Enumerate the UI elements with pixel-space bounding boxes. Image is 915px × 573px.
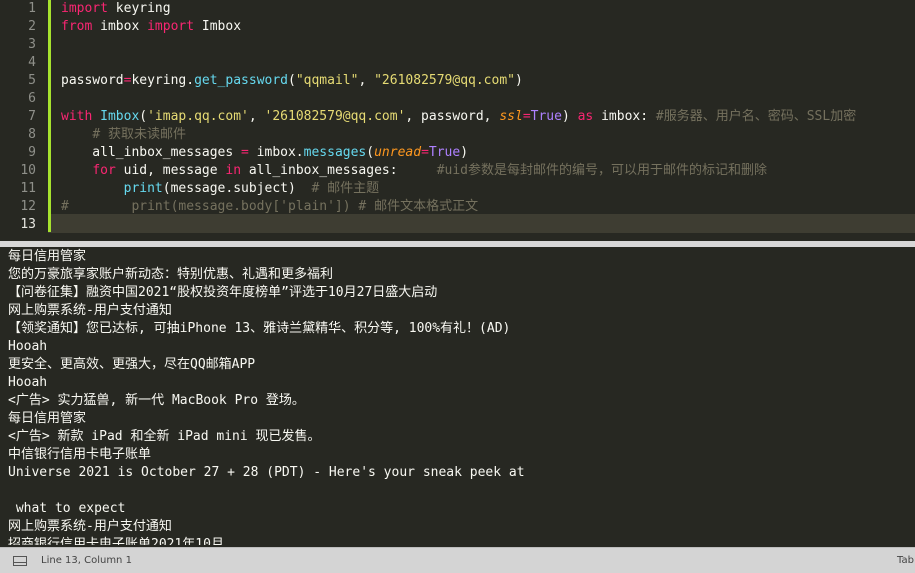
output-line: 更安全、更高效、更强大，尽在QQ邮箱APP	[8, 357, 256, 372]
code-token: (	[139, 109, 148, 124]
code-token: imbox.	[248, 145, 304, 160]
line-number: 12	[20, 199, 36, 214]
code-token: import	[61, 1, 108, 16]
code-line[interactable]: with Imbox('imap.qq.com', '261082579@qq.…	[61, 108, 856, 126]
status-bar: Line 13, Column 1 Tab Size: 4	[0, 547, 915, 573]
code-token: )	[561, 109, 578, 124]
modified-lines-indicator	[48, 0, 51, 232]
output-line: what to expect	[8, 501, 126, 516]
code-token: , password,	[405, 109, 500, 124]
code-token: keyring.	[131, 73, 195, 88]
output-line: Universe 2021 is October 27 + 28 (PDT) -…	[8, 465, 525, 480]
code-token: ,	[248, 109, 265, 124]
code-token: Imbox	[194, 19, 242, 34]
code-token: messages	[303, 145, 367, 160]
code-token: imbox	[92, 19, 148, 34]
code-token: as	[577, 109, 594, 124]
code-line[interactable]: # 获取未读邮件	[61, 126, 186, 144]
code-token: #服务器、用户名、密码、SSL加密	[655, 109, 857, 124]
output-line: <广告> 实力猛兽, 新一代 MacBook Pro 登场。	[8, 393, 305, 408]
code-line[interactable]: from imbox import Imbox	[61, 18, 241, 36]
line-number: 4	[28, 55, 36, 70]
code-line[interactable]: all_inbox_messages = imbox.messages(unre…	[61, 144, 468, 162]
output-line: 【问卷征集】融资中国2021“股权投资年度榜单”评选于10月27日盛大启动	[8, 285, 438, 300]
code-token: get_password	[194, 73, 288, 88]
code-token: # 邮件主题	[311, 181, 380, 196]
line-number: 5	[28, 73, 36, 88]
code-token: ,	[358, 73, 375, 88]
code-token: with	[61, 109, 93, 124]
code-token: "261082579@qq.com"	[374, 73, 515, 88]
line-number: 11	[20, 181, 36, 196]
line-number-gutter: 1 2 3 4 5 6 7 8 9 10 11 12 13	[0, 0, 48, 241]
line-number: 13	[20, 217, 36, 232]
code-token: all_inbox_messages	[61, 145, 242, 160]
output-line: 每日信用管家	[8, 249, 87, 264]
code-token: (	[288, 73, 296, 88]
code-token: import	[147, 19, 195, 34]
code-token: =	[241, 145, 249, 160]
output-line: 网上购票系统-用户支付通知	[8, 519, 172, 534]
tab-size-indicator[interactable]: Tab Size: 4	[897, 548, 915, 573]
code-token: password	[61, 73, 124, 88]
code-token: )	[460, 145, 469, 160]
line-number: 7	[28, 109, 36, 124]
code-token: '261082579@qq.com'	[264, 109, 406, 124]
output-line: Hooah	[8, 339, 48, 354]
code-token: imbox:	[593, 109, 656, 124]
code-token: =	[421, 145, 429, 160]
code-token: )	[515, 73, 523, 88]
output-line: 【领奖通知】您已达标, 可抽iPhone 13、雅诗兰黛精华、积分等, 100%…	[8, 321, 511, 336]
code-line[interactable]: for uid, message in all_inbox_messages: …	[61, 162, 767, 180]
line-number: 3	[28, 37, 36, 52]
code-editor[interactable]: 1 2 3 4 5 6 7 8 9 10 11 12 13 import keyring from imb…	[0, 0, 915, 241]
line-number: 1	[28, 1, 36, 16]
code-area[interactable]: import keyring from imbox import Imbox pas…	[61, 0, 915, 241]
code-token: keyring	[107, 1, 171, 16]
code-token: =	[522, 109, 531, 124]
code-token: (message.subject)	[162, 181, 312, 196]
code-token: 'imap.qq.com'	[147, 109, 249, 124]
code-token: True	[428, 145, 461, 160]
code-token: True	[530, 109, 562, 124]
code-token: from	[61, 19, 93, 34]
line-number: 8	[28, 127, 36, 142]
code-token: # 获取未读邮件	[92, 127, 186, 142]
code-token: #uid参数是每封邮件的编号，可以用于邮件的标记和删除	[436, 163, 768, 178]
code-token: in	[225, 163, 242, 178]
cursor-position[interactable]: Line 13, Column 1	[41, 548, 132, 573]
code-token: # print(message.body['plain']) # 邮件文本格式正…	[61, 199, 479, 214]
code-token: all_inbox_messages:	[241, 163, 437, 178]
output-line: 中信银行信用卡电子账单	[8, 447, 152, 462]
code-line[interactable]: # print(message.body['plain']) # 邮件文本格式正…	[61, 198, 478, 216]
code-token: ssl	[499, 109, 523, 124]
code-token: print	[123, 181, 163, 196]
code-line[interactable]: import keyring	[61, 0, 171, 18]
output-panel[interactable]: 每日信用管家 您的万豪旅享家账户新动态：特别优惠、礼遇和更多福利 【问卷征集】融资中…	[0, 247, 915, 545]
output-line: 网上购票系统-用户支付通知	[8, 303, 172, 318]
output-line: <广告> 新款 iPad 和全新 iPad mini 现已发售。	[8, 429, 321, 444]
output-line: Hooah	[8, 375, 48, 390]
line-number: 10	[20, 163, 36, 178]
line-number: 9	[28, 145, 36, 160]
code-token: unread	[374, 145, 422, 160]
code-token: (	[366, 145, 375, 160]
output-line: 每日信用管家	[8, 411, 87, 426]
line-number: 6	[28, 91, 36, 106]
line-number: 2	[28, 19, 36, 34]
code-token: Imbox	[100, 109, 140, 124]
code-token: "qqmail"	[295, 73, 359, 88]
code-token: for	[92, 163, 116, 178]
panel-toggle-icon[interactable]	[13, 556, 27, 566]
output-line: 招商银行信用卡电子账单2021年10月	[8, 537, 224, 545]
code-line[interactable]: print(message.subject) # 邮件主题	[61, 180, 380, 198]
code-token: uid, message	[115, 163, 226, 178]
code-line[interactable]: password=keyring.get_password("qqmail", …	[61, 72, 523, 90]
output-line: 您的万豪旅享家账户新动态：特别优惠、礼遇和更多福利	[8, 267, 334, 282]
